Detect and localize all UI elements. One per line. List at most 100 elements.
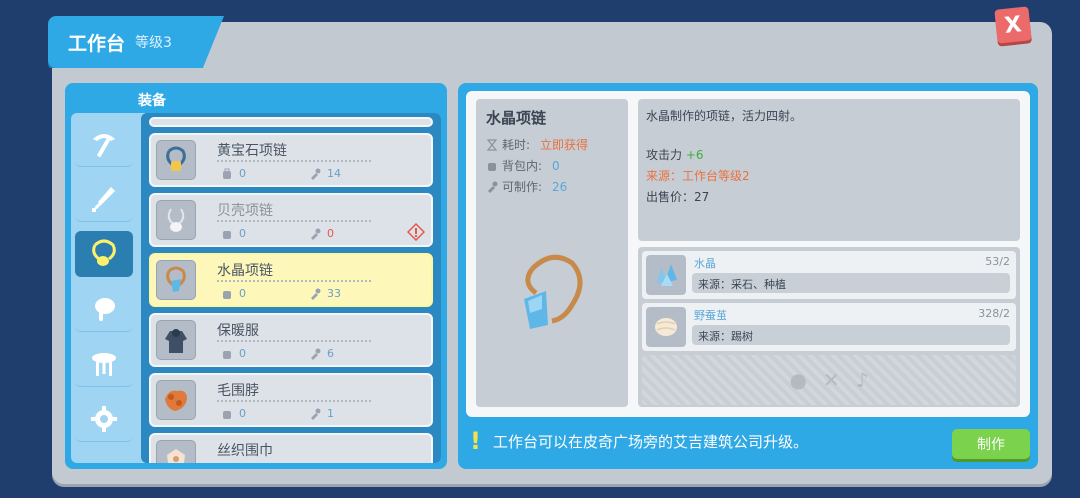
craftable-count: 1 [309,407,334,420]
item-divider [217,160,371,162]
bag-count-value: 0 [239,407,246,420]
wrench-icon [311,228,321,240]
equipment-item-list[interactable]: 黄宝石项链 0 14 贝壳项链 0 0 水晶项链 0 33 保暖服 0 6 毛围… [141,113,441,463]
material-name: 野蚕茧 [694,309,727,322]
crystal-necklace-icon [156,260,196,300]
craftable-count: 0 [309,227,334,240]
craftable-count-value: 33 [327,287,341,300]
material-count: 328/2 [978,307,1010,320]
wrench-icon [311,348,321,360]
craftable-count: 6 [309,347,334,360]
category-food[interactable] [75,286,133,332]
empty-material-slot: ● ✕ ♪ [642,355,1016,405]
item-divider [217,400,371,402]
warm-clothes-icon [156,320,196,360]
necklace-icon [92,239,116,266]
detail-item-name: 水晶项链 [486,109,547,127]
craftable-count-value: 0 [327,227,334,240]
bag-count: 0 [221,227,246,240]
material-source: 来源：采石、种植 [692,273,1010,293]
craft-time-value: 立即获得 [540,138,589,152]
close-icon: X [1003,11,1023,39]
backpack-icon [223,290,231,299]
list-item[interactable]: 保暖服 0 6 [149,313,433,367]
wrench-icon [311,408,321,420]
bag-count: 0 [221,347,246,360]
category-weapons[interactable] [75,176,133,222]
item-summary: 水晶项链 耗时: 立即获得 背包内: 0 可制作: 26 [476,99,628,407]
item-name: 贝壳项链 [217,203,273,219]
attack-value: +6 [685,148,704,162]
bag-count: 0 [221,167,246,180]
craftable-count-value: 14 [327,167,341,180]
hourglass-icon [486,138,498,151]
craftable-value: 26 [552,179,568,194]
category-tools[interactable] [75,121,133,167]
in-bag-row: 背包内: 0 [486,157,618,174]
fur-scarf-icon [156,380,196,420]
drumstick-icon [95,297,115,321]
crystal-necklace-icon [524,254,583,329]
item-divider [217,220,371,222]
item-name: 水晶项链 [217,263,273,279]
wrench-icon [488,181,498,193]
equipment-list-inner: 黄宝石项链 0 14 贝壳项链 0 0 水晶项链 0 33 保暖服 0 6 毛围… [71,113,441,463]
item-detail-inner: 水晶项链 耗时: 立即获得 背包内: 0 可制作: 26 水晶制作的项链，活力四… [466,91,1030,417]
pickaxe-icon [93,133,115,157]
list-item[interactable]: 毛围脖 0 1 [149,373,433,427]
sell-price: 出售价：27 [646,190,710,204]
bag-count-value: 0 [239,167,246,180]
craft-time-row: 耗时: 立即获得 [486,136,618,153]
category-sidebar [71,121,137,451]
item-name: 保暖服 [217,323,259,339]
material-item[interactable]: 野蚕茧 328/2 来源：踢树 [642,303,1016,351]
list-item[interactable]: 贝壳项链 0 0 [149,193,433,247]
craftable-row: 可制作: 26 [486,178,618,195]
in-bag-label: 背包内: [502,159,543,173]
category-misc[interactable] [75,396,133,442]
material-count: 53/2 [985,255,1010,268]
attack-label: 攻击力 [646,148,683,162]
wrench-icon [311,168,321,180]
shell-necklace-icon [156,200,196,240]
silk-scarf-icon [156,440,196,463]
material-item[interactable]: 水晶 53/2 来源：采石、种植 [642,251,1016,299]
tip-text: 工作台可以在皮奇广场旁的艾吉建筑公司升级。 [492,432,808,451]
title-tab: 工作台 等级3 [48,16,224,68]
crystal-icon [646,255,686,295]
item-divider [217,280,371,282]
gear-icon [91,405,117,432]
drumstick-icon: ♪ [855,368,869,392]
silk-cocoon-icon [646,307,686,347]
item-description-box: 水晶制作的项链，活力四射。 攻击力 +6 来源：工作台等级2 出售价：27 [638,99,1020,241]
list-item-selected[interactable]: 水晶项链 0 33 [149,253,433,307]
sword-icon [92,186,115,212]
bag-count-value: 0 [239,227,246,240]
attack-stat: 攻击力 +6 [646,146,1012,163]
item-name: 黄宝石项链 [217,143,287,159]
window-title: 工作台 [68,32,126,55]
bag-count-value: 0 [239,287,246,300]
wrench-icon [311,288,321,300]
exclamation-icon: ! [470,427,481,455]
category-furniture[interactable] [75,341,133,387]
craftable-count: 14 [309,167,341,180]
craft-time-label: 耗时: [502,138,531,152]
bag-count: 0 [221,287,246,300]
close-button[interactable]: X [994,6,1032,44]
category-accessories[interactable] [75,231,133,277]
item-divider [217,340,371,342]
craftable-count: 33 [309,287,341,300]
list-item[interactable] [149,117,433,127]
backpack-icon [223,350,231,359]
list-item[interactable]: 黄宝石项链 0 14 [149,133,433,187]
list-item[interactable]: 丝织围巾 [149,433,433,463]
craftable-count-value: 6 [327,347,334,360]
item-description: 水晶制作的项链，活力四射。 [646,109,803,123]
section-label: 装备 [138,93,166,109]
item-detail-panel: 水晶项链 耗时: 立即获得 背包内: 0 可制作: 26 水晶制作的项链，活力四… [458,83,1038,469]
make-button[interactable]: 制作 [952,429,1030,459]
material-source: 来源：踢树 [692,325,1010,345]
in-bag-value: 0 [552,158,560,173]
